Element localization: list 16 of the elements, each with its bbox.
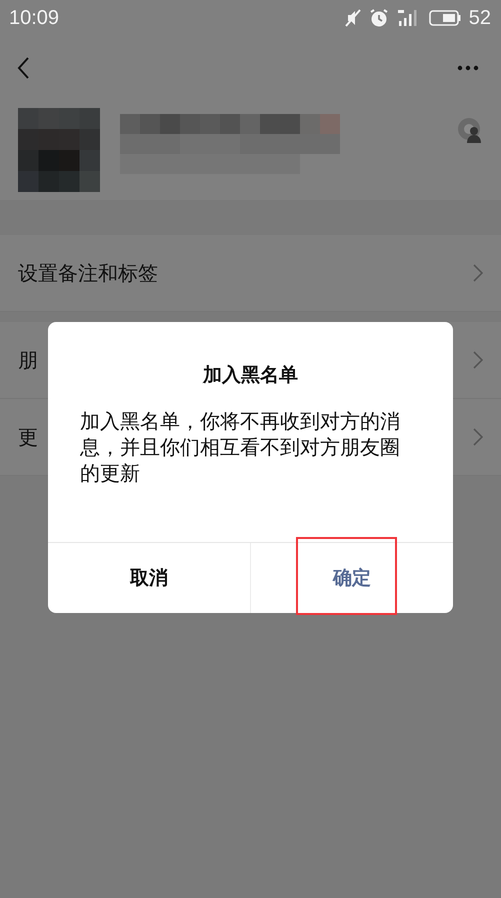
status-time: 10:09 <box>9 6 60 30</box>
battery-level: 52 <box>468 6 491 30</box>
cancel-button[interactable]: 取消 <box>48 543 250 613</box>
more-icon[interactable] <box>457 65 479 71</box>
chevron-icon <box>473 428 483 446</box>
camera-icon[interactable] <box>457 117 483 143</box>
dialog-message: 加入黑名单，你将不再收到对方的消息，并且你们相互看不到对方朋友圈的更新 <box>80 408 401 486</box>
chevron-icon <box>473 351 483 369</box>
confirm-button[interactable]: 确定 <box>250 543 453 613</box>
dialog-title: 加入黑名单 <box>202 363 299 388</box>
menu-row[interactable]: 设置备注和标签 <box>0 235 501 312</box>
alarm-icon <box>368 8 389 28</box>
back-icon[interactable] <box>16 56 30 80</box>
mute-icon <box>344 9 361 27</box>
chevron-icon <box>473 264 483 282</box>
battery-icon <box>428 10 461 26</box>
